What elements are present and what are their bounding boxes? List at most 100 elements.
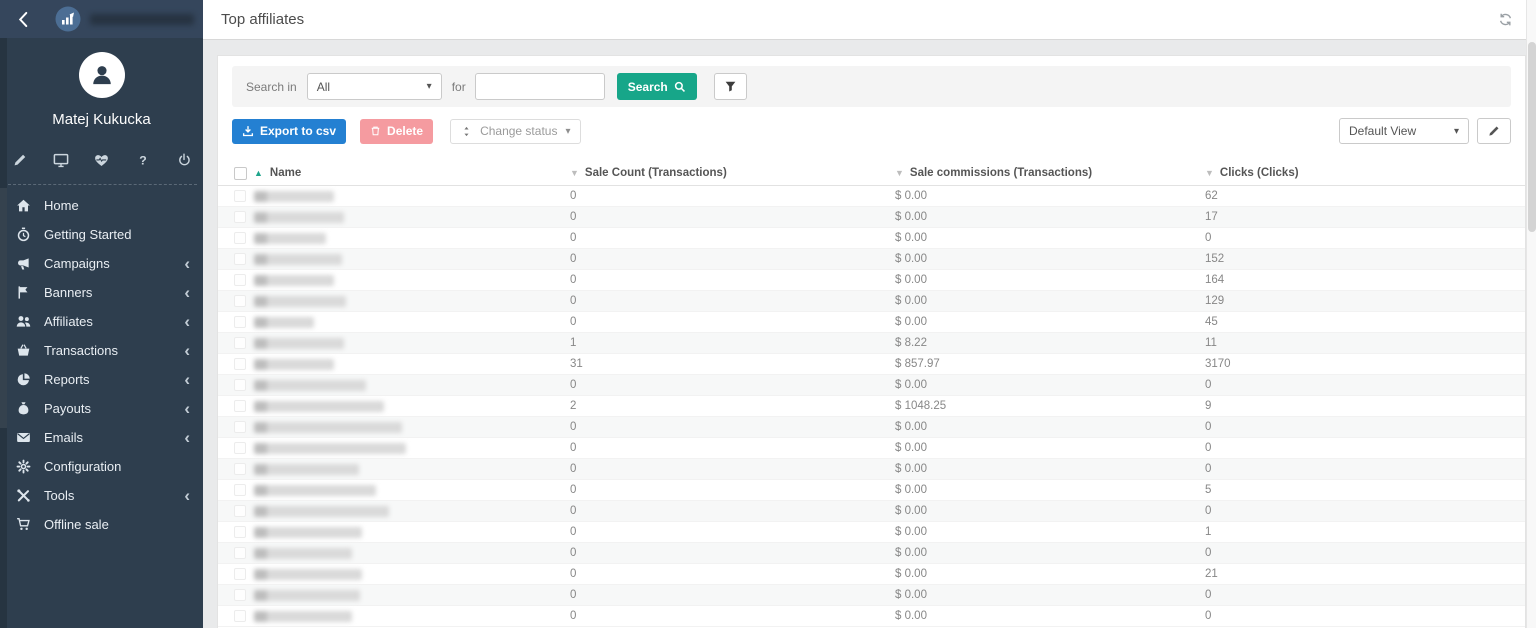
table-row[interactable]: 0$ 0.0017 — [218, 207, 1525, 228]
search-field-select[interactable]: All ▾ — [307, 73, 442, 100]
row-checkbox[interactable] — [234, 526, 246, 538]
chevron-left-icon — [16, 11, 31, 28]
scrollbar-thumb[interactable] — [1528, 42, 1536, 232]
power-icon[interactable] — [176, 152, 192, 168]
table-row[interactable]: 0$ 0.000 — [218, 228, 1525, 249]
filter-button[interactable] — [714, 73, 747, 100]
column-header-name[interactable]: ▲ Name — [218, 167, 570, 180]
table-row[interactable]: 1$ 8.2211 — [218, 333, 1525, 354]
row-checkbox[interactable] — [234, 547, 246, 559]
trash-icon — [370, 125, 381, 137]
svg-text:?: ? — [139, 153, 146, 167]
name-cell — [218, 337, 570, 349]
back-button[interactable] — [11, 7, 35, 31]
monitor-icon[interactable] — [53, 152, 69, 168]
column-header-sale-commissions[interactable]: ▼ Sale commissions (Transactions) — [895, 167, 1205, 179]
row-checkbox[interactable] — [234, 316, 246, 328]
sidebar-item-home[interactable]: Home — [0, 191, 203, 220]
clicks-cell: 0 — [1205, 421, 1525, 433]
sidebar-item-banners[interactable]: Banners‹ — [0, 278, 203, 307]
column-header-sale-count[interactable]: ▼ Sale Count (Transactions) — [570, 167, 895, 179]
edit-view-button[interactable] — [1477, 118, 1511, 144]
delete-button[interactable]: Delete — [360, 119, 433, 144]
brand-logo-icon[interactable] — [55, 6, 81, 32]
row-checkbox[interactable] — [234, 505, 246, 517]
row-checkbox[interactable] — [234, 400, 246, 412]
help-icon[interactable]: ? — [135, 152, 151, 168]
row-checkbox[interactable] — [234, 589, 246, 601]
row-checkbox[interactable] — [234, 463, 246, 475]
row-checkbox[interactable] — [234, 337, 246, 349]
caret-down-icon: ▾ — [427, 81, 432, 92]
sidebar-item-payouts[interactable]: Payouts‹ — [0, 394, 203, 423]
row-checkbox[interactable] — [234, 421, 246, 433]
sidebar-item-transactions[interactable]: Transactions‹ — [0, 336, 203, 365]
money-bag-icon — [16, 401, 31, 416]
main-header: Top affiliates — [203, 0, 1526, 40]
row-checkbox[interactable] — [234, 211, 246, 223]
table-row[interactable]: 31$ 857.973170 — [218, 354, 1525, 375]
search-button[interactable]: Search — [617, 73, 697, 100]
table-row[interactable]: 0$ 0.000 — [218, 585, 1525, 606]
table-row[interactable]: 0$ 0.00129 — [218, 291, 1525, 312]
sale-count-cell: 0 — [570, 211, 895, 223]
sidebar-item-label: Affiliates — [44, 314, 93, 329]
row-checkbox[interactable] — [234, 442, 246, 454]
row-checkbox[interactable] — [234, 274, 246, 286]
table-row[interactable]: 0$ 0.001 — [218, 522, 1525, 543]
chevron-collapsed-icon: ‹ — [184, 315, 190, 328]
table-row[interactable]: 0$ 0.000 — [218, 501, 1525, 522]
sidebar-item-reports[interactable]: Reports‹ — [0, 365, 203, 394]
row-checkbox[interactable] — [234, 232, 246, 244]
select-all-checkbox[interactable] — [234, 167, 247, 180]
table-row[interactable]: 2$ 1048.259 — [218, 396, 1525, 417]
clicks-cell: 0 — [1205, 505, 1525, 517]
table-row[interactable]: 0$ 0.000 — [218, 459, 1525, 480]
table-row[interactable]: 0$ 0.000 — [218, 543, 1525, 564]
row-checkbox[interactable] — [234, 358, 246, 370]
pencil-icon — [1488, 125, 1500, 137]
sidebar-item-getting-started[interactable]: Getting Started — [0, 220, 203, 249]
table-row[interactable]: 0$ 0.00152 — [218, 249, 1525, 270]
heartbeat-icon[interactable] — [94, 152, 110, 168]
column-header-clicks[interactable]: ▼ Clicks (Clicks) — [1205, 167, 1525, 179]
row-checkbox[interactable] — [234, 253, 246, 265]
table-row[interactable]: 0$ 0.0062 — [218, 186, 1525, 207]
sidebar-item-offline-sale[interactable]: Offline sale — [0, 510, 203, 539]
table-row[interactable]: 0$ 0.0021 — [218, 564, 1525, 585]
sidebar-item-configuration[interactable]: Configuration — [0, 452, 203, 481]
sidebar-scrollbar[interactable] — [0, 38, 7, 628]
row-checkbox[interactable] — [234, 190, 246, 202]
table-row[interactable]: 0$ 0.000 — [218, 375, 1525, 396]
table-row[interactable]: 0$ 0.005 — [218, 480, 1525, 501]
name-cell — [218, 274, 570, 286]
sale-count-cell: 0 — [570, 274, 895, 286]
users-icon — [16, 314, 31, 329]
export-csv-button[interactable]: Export to csv — [232, 119, 346, 144]
pencil-icon[interactable] — [12, 152, 28, 168]
sidebar-item-affiliates[interactable]: Affiliates ‹ — [0, 307, 203, 336]
row-checkbox[interactable] — [234, 484, 246, 496]
table-row[interactable]: 0$ 0.000 — [218, 417, 1525, 438]
view-select[interactable]: Default View ▾ — [1339, 118, 1469, 144]
clicks-cell: 0 — [1205, 442, 1525, 454]
sidebar-item-emails[interactable]: Emails‹ — [0, 423, 203, 452]
row-checkbox[interactable] — [234, 379, 246, 391]
redacted-affiliate-name — [254, 611, 352, 622]
change-status-button[interactable]: Change status ▾ — [450, 119, 581, 144]
caret-down-icon: ▾ — [565, 126, 570, 137]
cart-icon — [16, 517, 31, 532]
table-row[interactable]: 0$ 0.00164 — [218, 270, 1525, 291]
vertical-scrollbar[interactable] — [1526, 0, 1536, 628]
row-checkbox[interactable] — [234, 295, 246, 307]
clicks-cell: 17 — [1205, 211, 1525, 223]
table-row[interactable]: 0$ 0.0045 — [218, 312, 1525, 333]
table-row[interactable]: 0$ 0.000 — [218, 606, 1525, 627]
sidebar-item-campaigns[interactable]: Campaigns‹ — [0, 249, 203, 278]
refresh-icon[interactable] — [1497, 12, 1513, 28]
row-checkbox[interactable] — [234, 610, 246, 622]
sidebar-item-tools[interactable]: Tools‹ — [0, 481, 203, 510]
table-row[interactable]: 0$ 0.000 — [218, 438, 1525, 459]
row-checkbox[interactable] — [234, 568, 246, 580]
search-input[interactable] — [475, 73, 605, 100]
